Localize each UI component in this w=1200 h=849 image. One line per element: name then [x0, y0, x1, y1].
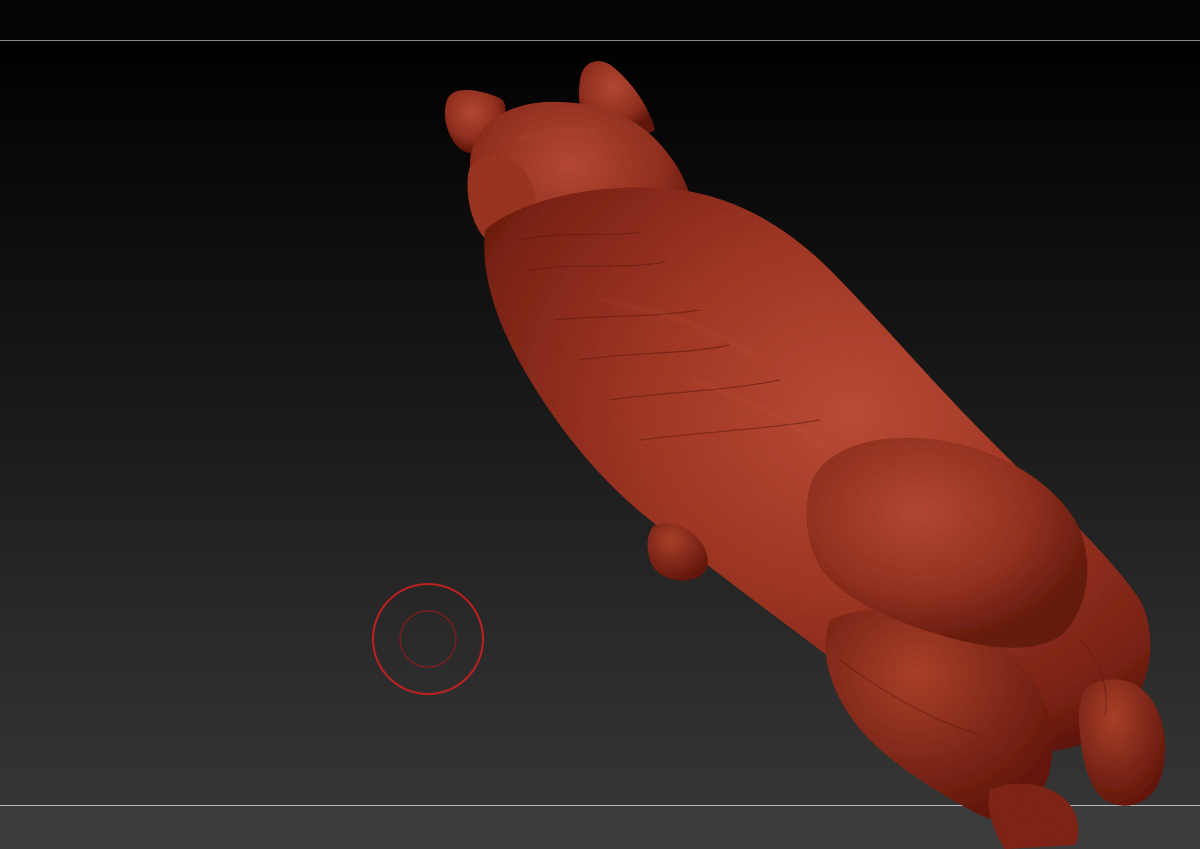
sculpted-dog-model[interactable]: [0, 0, 1200, 849]
lower-foot[interactable]: [988, 783, 1079, 849]
hind-foot[interactable]: [1078, 679, 1166, 806]
dog-body[interactable]: [484, 187, 1151, 752]
brush-cursor-icon: [372, 583, 484, 695]
sculpting-app: [0, 0, 1200, 849]
dog-mesh-group[interactable]: [444, 61, 1166, 849]
